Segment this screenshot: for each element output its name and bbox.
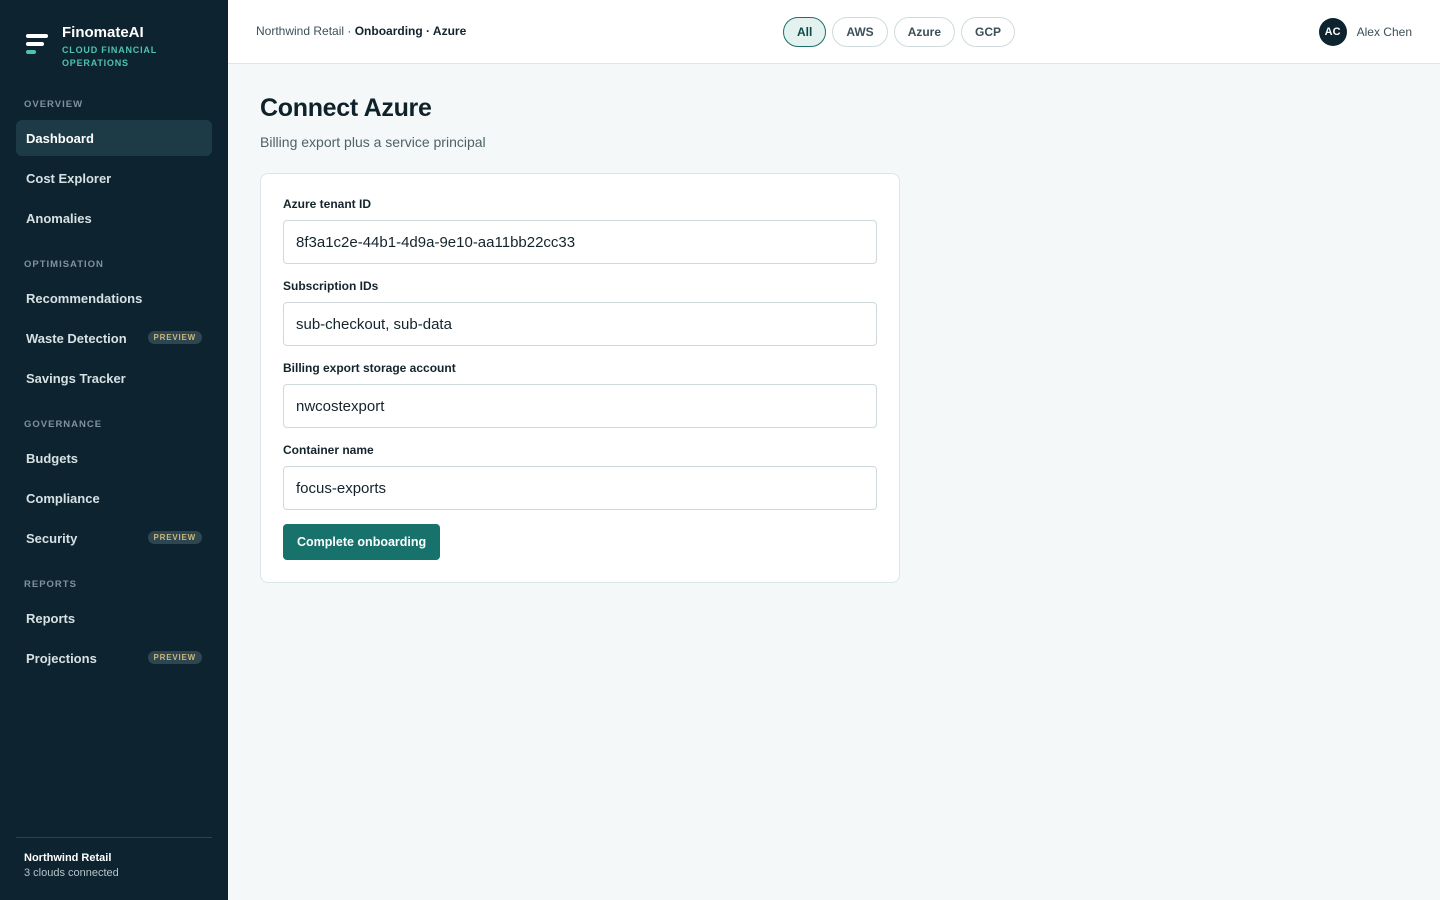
complete-onboarding-button[interactable]: Complete onboarding (283, 524, 441, 560)
filter-chip-all[interactable]: All (783, 17, 827, 47)
subscription-ids-label: Subscription IDs (283, 279, 379, 293)
sidebar: FinomateAI Cloud Financial Operations Ov… (0, 0, 228, 900)
nav-section-reports: Reports (24, 579, 77, 590)
sidebar-item-label: Projections (26, 650, 97, 666)
sidebar-item-label: Anomalies (26, 210, 92, 226)
page-title: Connect Azure (260, 94, 432, 122)
preview-badge: PREVIEW (147, 531, 202, 544)
user-name: Alex Chen (1356, 25, 1412, 39)
onboarding-form: Azure tenant ID Subscription IDs Billing… (260, 173, 900, 583)
storage-account-label: Billing export storage account (283, 361, 456, 375)
sidebar-item-compliance[interactable]: Compliance (16, 480, 212, 516)
cloud-filter: All AWS Azure GCP (783, 17, 1016, 47)
tenant-id-label: Azure tenant ID (283, 197, 372, 211)
preview-badge: PREVIEW (147, 651, 202, 664)
sidebar-item-label: Waste Detection (26, 330, 127, 346)
sidebar-item-label: Cost Explorer (26, 170, 112, 186)
sidebar-item-label: Savings Tracker (26, 370, 126, 386)
container-name-label: Container name (283, 443, 374, 457)
sidebar-item-dashboard[interactable]: Dashboard (16, 120, 212, 156)
tenant-id-field[interactable] (283, 220, 877, 264)
sidebar-item-reports[interactable]: Reports (16, 600, 212, 636)
sidebar-item-anomalies[interactable]: Anomalies (16, 200, 212, 236)
sidebar-item-savings-tracker[interactable]: Savings Tracker (16, 360, 212, 396)
breadcrumb: Northwind Retail · Onboarding · Azure (256, 24, 466, 38)
brand-logo-icon (26, 34, 50, 60)
nav-section-optimisation: Optimisation (24, 259, 104, 270)
breadcrumb-current: Onboarding · Azure (354, 24, 467, 38)
org-status: 3 clouds connected (24, 867, 119, 879)
sidebar-item-waste-detection[interactable]: Waste Detection PREVIEW (16, 320, 212, 356)
brand-name: FinomateAI (62, 24, 144, 41)
sidebar-item-cost-explorer[interactable]: Cost Explorer (16, 160, 212, 196)
preview-badge: PREVIEW (147, 331, 202, 344)
sidebar-item-label: Budgets (26, 450, 78, 466)
breadcrumb-prefix: Northwind Retail · (256, 24, 355, 38)
sidebar-item-label: Dashboard (26, 130, 94, 146)
sidebar-item-label: Reports (26, 610, 76, 626)
subscription-ids-field[interactable] (283, 302, 877, 346)
avatar: AC (1318, 18, 1347, 46)
nav-section-governance: Governance (24, 419, 103, 430)
sidebar-item-label: Recommendations (26, 290, 143, 306)
filter-chip-gcp[interactable]: GCP (961, 17, 1016, 47)
sidebar-item-label: Security (26, 530, 78, 546)
brand[interactable]: FinomateAI Cloud Financial Operations (26, 24, 162, 70)
filter-chip-aws[interactable]: AWS (832, 17, 888, 47)
storage-account-field[interactable] (283, 384, 877, 428)
org-name: Northwind Retail (24, 852, 112, 864)
sidebar-item-security[interactable]: Security PREVIEW (16, 520, 212, 556)
page-subtitle: Billing export plus a service principal (260, 134, 486, 150)
org-switcher[interactable]: Northwind Retail 3 clouds connected (16, 837, 212, 879)
sidebar-item-label: Compliance (26, 490, 100, 506)
nav-section-overview: Overview (24, 99, 84, 110)
brand-tagline: Cloud Financial Operations (62, 45, 157, 68)
user-menu[interactable]: AC Alex Chen (1318, 18, 1412, 46)
container-name-field[interactable] (283, 466, 877, 510)
sidebar-item-budgets[interactable]: Budgets (16, 440, 212, 476)
sidebar-item-recommendations[interactable]: Recommendations (16, 280, 212, 316)
sidebar-item-projections[interactable]: Projections PREVIEW (16, 640, 212, 676)
top-bar: Northwind Retail · Onboarding · Azure Al… (228, 0, 1440, 64)
filter-chip-azure[interactable]: Azure (893, 17, 956, 47)
